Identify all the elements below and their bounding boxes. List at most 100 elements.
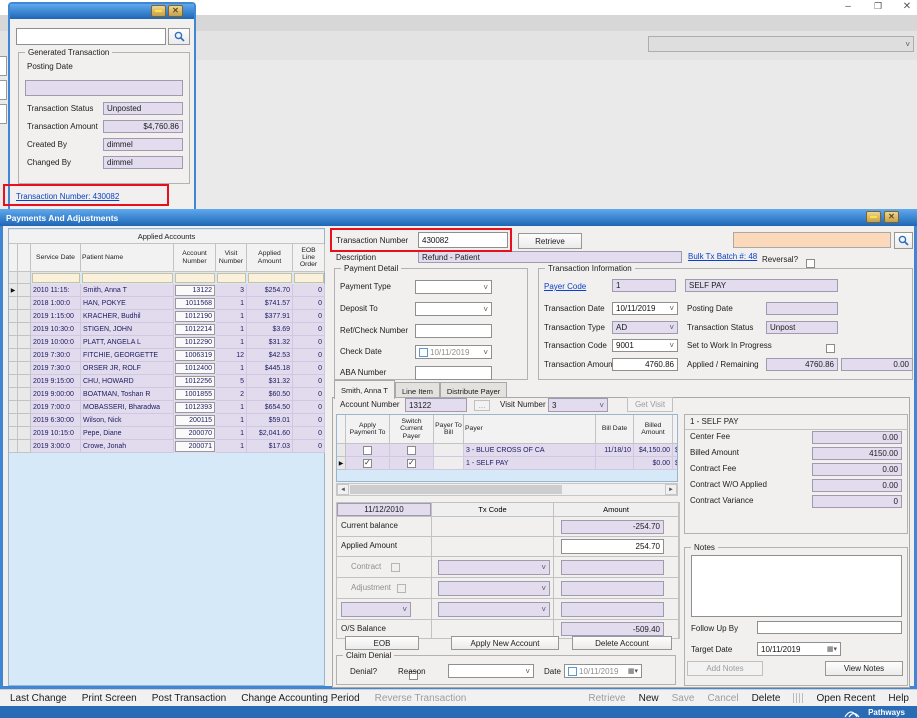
col-account-number[interactable]: Account Number xyxy=(174,244,216,272)
contract-checkbox[interactable] xyxy=(391,563,400,572)
toolbar-button[interactable]: Cancel xyxy=(707,693,738,704)
ref-check-number-input[interactable] xyxy=(415,324,492,338)
row-selector[interactable] xyxy=(9,401,18,414)
denial-date-checkbox[interactable] xyxy=(568,667,577,676)
row-selector[interactable] xyxy=(9,310,18,323)
table-row[interactable]: 2019 1:15:00 KRACHER, Budhil 1012190 1 $… xyxy=(9,310,325,323)
calendar-icon[interactable]: ▦▾ xyxy=(628,667,638,675)
transaction-code-dropdown[interactable]: 9001 xyxy=(612,339,678,352)
bulk-tx-batch-link[interactable]: Bulk Tx Batch #: 48 xyxy=(688,252,757,261)
toolbar-button[interactable]: Retrieve xyxy=(588,693,625,704)
apply-new-account-button[interactable]: Apply New Account xyxy=(451,636,559,650)
add-notes-button[interactable]: Add Notes xyxy=(687,661,763,676)
applied-accounts-filter-row[interactable] xyxy=(9,272,325,284)
payer-grid-hscrollbar[interactable]: ◄ ► xyxy=(336,483,678,496)
toolbar-button[interactable]: Last Change xyxy=(10,693,67,704)
row-selector[interactable] xyxy=(9,375,18,388)
set-to-wip-checkbox[interactable] xyxy=(826,344,835,353)
toolbar-button[interactable]: New xyxy=(639,693,659,704)
table-row[interactable]: 2019 7:00:0 MOBASSERI, Bharadwa 1012393 … xyxy=(9,401,325,414)
quick-search-button[interactable] xyxy=(894,232,913,249)
close-icon[interactable]: ✕ xyxy=(884,211,899,223)
quick-search-input[interactable] xyxy=(733,232,891,248)
row-selector[interactable] xyxy=(9,427,18,440)
app-minimize-icon[interactable]: – xyxy=(838,1,858,14)
col-service-date[interactable]: Service Date xyxy=(31,244,81,272)
aba-number-input[interactable] xyxy=(415,366,492,380)
extra-code-dropdown[interactable] xyxy=(438,602,550,617)
row-selector[interactable] xyxy=(9,297,18,310)
table-row[interactable]: 2019 9:15:00 CHU, HOWARD 1012256 5 $31.3… xyxy=(9,375,325,388)
table-row[interactable]: 2019 3:00:0 Crowe, Jonah 200071 1 $17.03… xyxy=(9,440,325,453)
col-applied-amount[interactable]: Applied Amount xyxy=(247,244,293,272)
get-visit-button[interactable]: Get Visit xyxy=(627,397,673,412)
toolbar-button[interactable]: Print Screen xyxy=(82,693,137,704)
payment-type-dropdown[interactable] xyxy=(415,280,492,294)
search-button[interactable] xyxy=(168,28,190,45)
check-date-picker[interactable]: 10/11/2019 xyxy=(415,345,492,359)
scroll-right-icon[interactable]: ► xyxy=(665,484,677,495)
col-visit-number[interactable]: Visit Number xyxy=(216,244,247,272)
toolbar-button[interactable]: Save xyxy=(672,693,695,704)
calendar-icon[interactable]: ▦▾ xyxy=(827,645,837,653)
table-row[interactable]: 2019 6:30:00 Wilson, Nick 200115 1 $59.0… xyxy=(9,414,325,427)
delete-account-button[interactable]: Delete Account xyxy=(572,636,672,650)
app-restore-icon[interactable]: ❐ xyxy=(868,1,888,14)
table-row[interactable]: 2010 11:15: Smith, Anna T 13122 3 $254.7… xyxy=(9,284,325,297)
col-eob-line-order[interactable]: EOB Line Order xyxy=(293,244,325,272)
follow-up-by-input[interactable] xyxy=(757,621,902,634)
close-icon[interactable]: ✕ xyxy=(168,5,183,17)
retrieve-button[interactable]: Retrieve xyxy=(518,233,582,249)
toolbar-button[interactable]: Open Recent xyxy=(816,693,875,704)
table-row[interactable]: 2019 7:30:0 ORSER JR, ROLF 1012400 1 $44… xyxy=(9,362,325,375)
deposit-to-dropdown[interactable] xyxy=(415,302,492,316)
row-selector[interactable] xyxy=(9,362,18,375)
floating-window-titlebar[interactable]: ✕ xyxy=(10,4,194,19)
table-row[interactable]: 2018 1:00:0 HAN, POKYE 1011568 1 $741.57… xyxy=(9,297,325,310)
toolbar-button[interactable]: Post Transaction xyxy=(152,693,226,704)
app-close-icon[interactable]: ✕ xyxy=(898,1,916,14)
denial-reason-dropdown[interactable] xyxy=(448,664,534,678)
payer-code-link[interactable]: Payer Code xyxy=(544,282,586,291)
row-selector[interactable] xyxy=(9,349,18,362)
apply-payment-checkbox[interactable] xyxy=(363,459,372,468)
scroll-left-icon[interactable]: ◄ xyxy=(337,484,349,495)
eob-button[interactable]: EOB xyxy=(345,636,419,650)
transaction-amount-input[interactable]: 4760.86 xyxy=(612,358,678,371)
transaction-date-dropdown[interactable]: 10/11/2019 xyxy=(612,302,678,315)
row-selector[interactable] xyxy=(9,414,18,427)
scroll-thumb[interactable] xyxy=(350,485,562,494)
minimize-icon[interactable] xyxy=(866,211,881,223)
toolbar-button[interactable]: Help xyxy=(888,693,909,704)
search-input[interactable] xyxy=(16,28,166,45)
notes-textarea[interactable] xyxy=(691,555,902,617)
switch-payer-checkbox[interactable] xyxy=(407,446,416,455)
row-selector[interactable] xyxy=(337,457,346,470)
account-lookup-button[interactable]: ... xyxy=(474,400,490,411)
apply-payment-checkbox[interactable] xyxy=(363,446,372,455)
table-row[interactable]: 2019 10:30:0 STIGEN, JOHN 1012214 1 $3.6… xyxy=(9,323,325,336)
table-row[interactable]: 2019 10:00:0 PLATT, ANGELA L 1012290 1 $… xyxy=(9,336,325,349)
col-patient-name[interactable]: Patient Name xyxy=(81,244,174,272)
view-notes-button[interactable]: View Notes xyxy=(825,661,903,676)
denial-date-picker[interactable]: 10/11/2019 ▦▾ xyxy=(564,664,642,678)
visit-number-dropdown[interactable]: 3 xyxy=(548,398,608,412)
row-selector[interactable] xyxy=(9,336,18,349)
toolbar-button[interactable]: Change Accounting Period xyxy=(241,693,359,704)
adjustment-checkbox[interactable] xyxy=(397,584,406,593)
row-selector[interactable] xyxy=(337,444,346,457)
row-selector[interactable] xyxy=(9,284,18,297)
account-number-field[interactable]: 13122 xyxy=(405,398,467,412)
target-date-picker[interactable]: 10/11/2019 ▦▾ xyxy=(757,642,841,656)
toolbar-button[interactable]: Reverse Transaction xyxy=(375,693,467,704)
extra-type-dropdown[interactable] xyxy=(341,602,411,617)
table-row[interactable]: 2019 9:00:00 BOATMAN, Toshan R 1001855 2… xyxy=(9,388,325,401)
toolbar-combobox[interactable] xyxy=(648,36,914,52)
table-row[interactable]: 2019 10:15:0 Pepe, Diane 200070 1 $2,041… xyxy=(9,427,325,440)
minimize-icon[interactable] xyxy=(151,5,166,17)
adjustment-code-dropdown[interactable] xyxy=(438,581,550,596)
payer-row[interactable]: 3 - BLUE CROSS OF CA 11/18/10 $4,150.00 … xyxy=(337,444,677,457)
reversal-checkbox[interactable] xyxy=(806,259,815,268)
row-selector[interactable] xyxy=(9,323,18,336)
contract-code-dropdown[interactable] xyxy=(438,560,550,575)
